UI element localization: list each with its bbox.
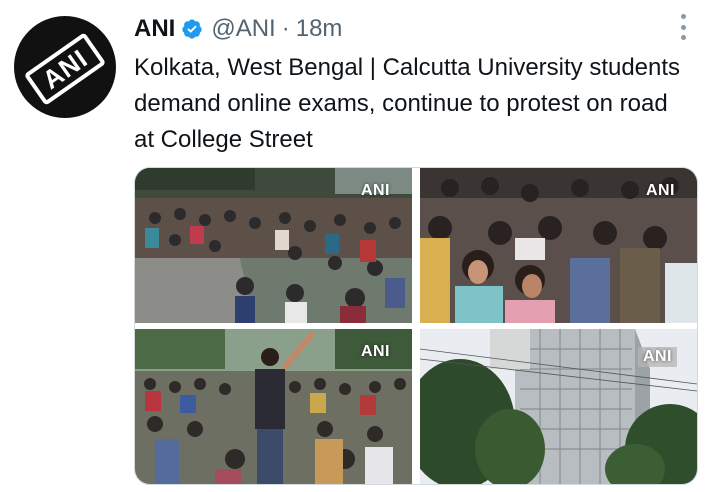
verified-badge-icon [182,19,202,39]
photo-crowd-sitting-road[interactable]: ANI [135,168,412,323]
author-handle[interactable]: @ANI [211,15,275,43]
separator-dot: · [281,15,290,42]
media-grid: ANI ANI ANI ANI [134,167,698,485]
ani-logo: ANI [23,32,107,106]
watermark-ani: ANI [360,343,390,360]
photo-protester-raising-arm[interactable]: ANI [135,329,412,484]
tweet-header: ANI @ANI · 18m [134,12,342,46]
avatar[interactable]: ANI [14,16,116,118]
tweet-time[interactable]: 18m [296,15,343,43]
photo-university-building[interactable]: ANI [420,329,697,484]
author-name[interactable]: ANI [134,15,175,43]
watermark-ani: ANI [645,182,675,199]
watermark-ani: ANI [637,347,677,367]
watermark-ani: ANI [360,182,390,199]
more-options-icon[interactable] [678,14,688,40]
photo-students-closeup[interactable]: ANI [420,168,697,323]
tweet-card[interactable]: ANI ANI @ANI · 18m Kolkata, West Bengal … [0,0,720,492]
tweet-text: Kolkata, West Bengal | Calcutta Universi… [134,54,681,153]
